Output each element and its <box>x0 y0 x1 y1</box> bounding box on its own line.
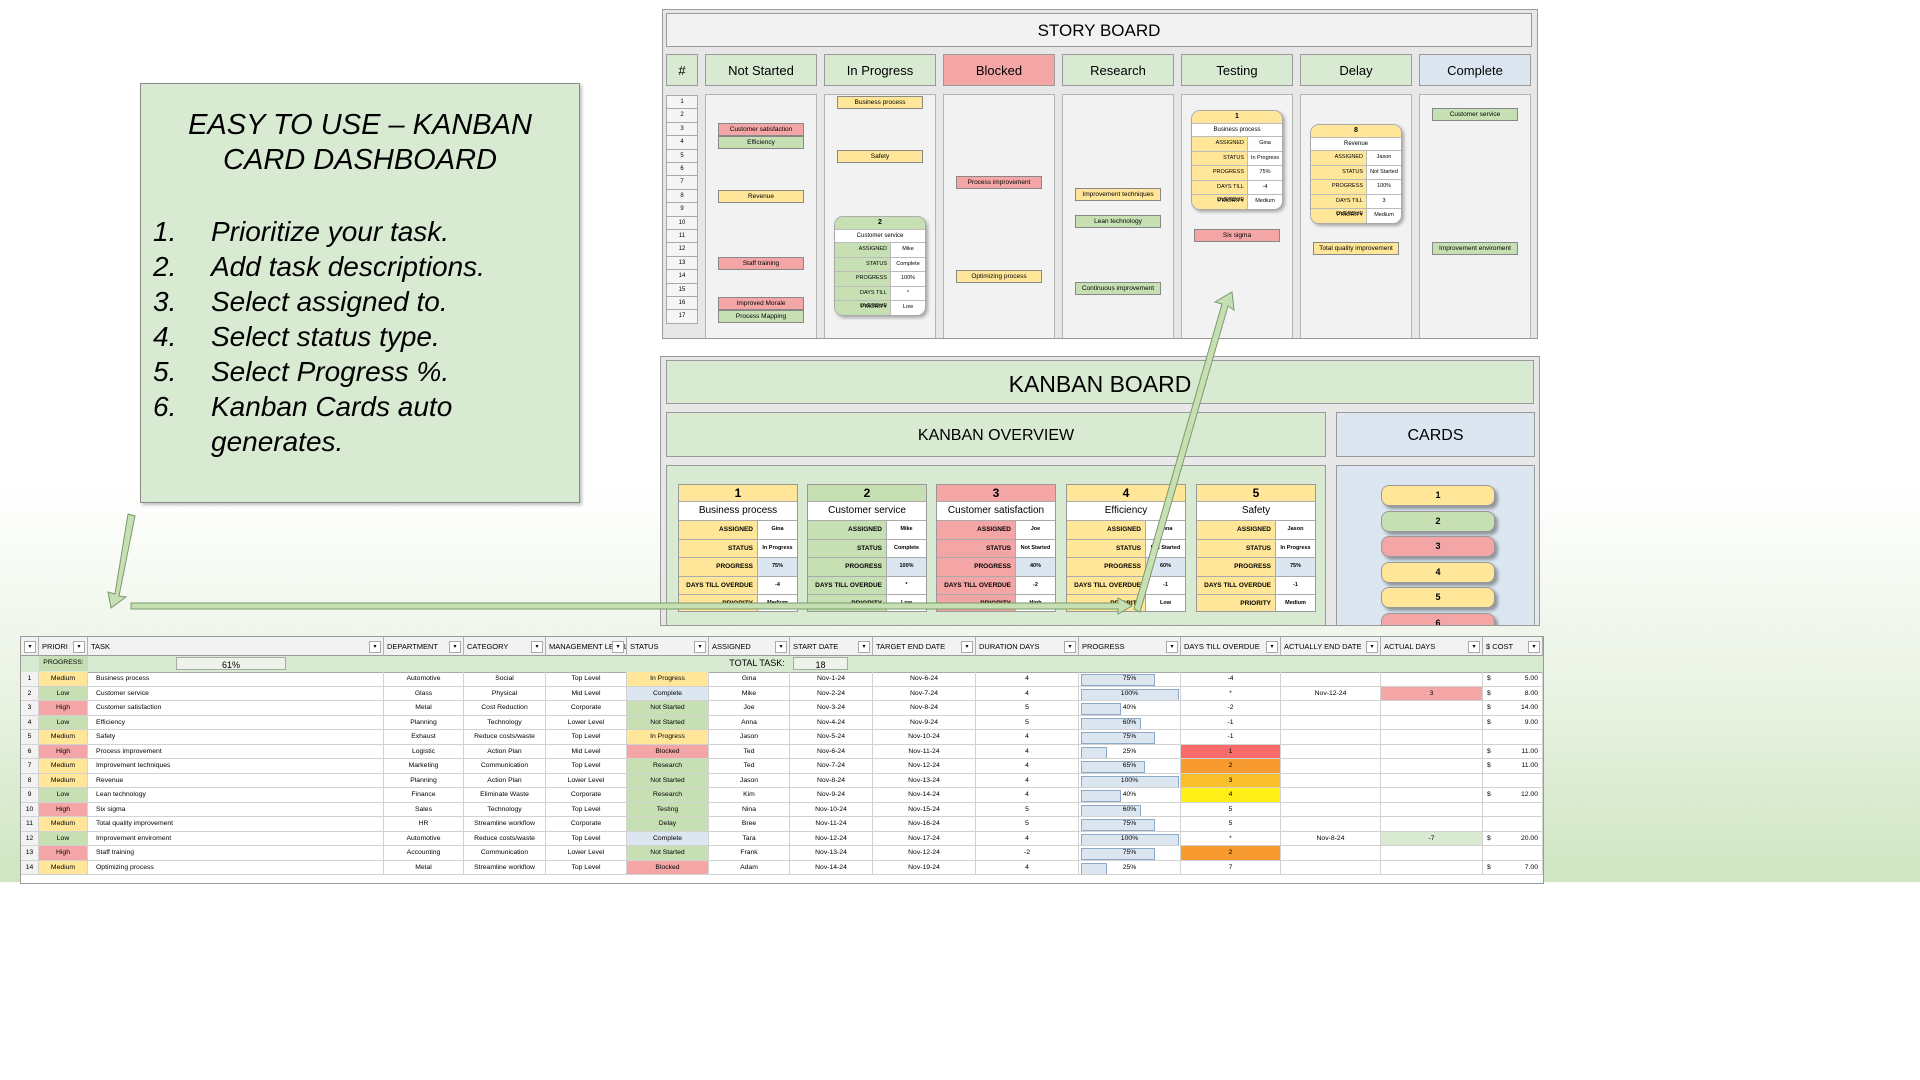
arrow-right-icon <box>130 597 1134 615</box>
arrow-up-icon <box>1133 291 1235 613</box>
arrow-down-icon <box>107 513 136 609</box>
arrows-overlay <box>107 291 1235 615</box>
